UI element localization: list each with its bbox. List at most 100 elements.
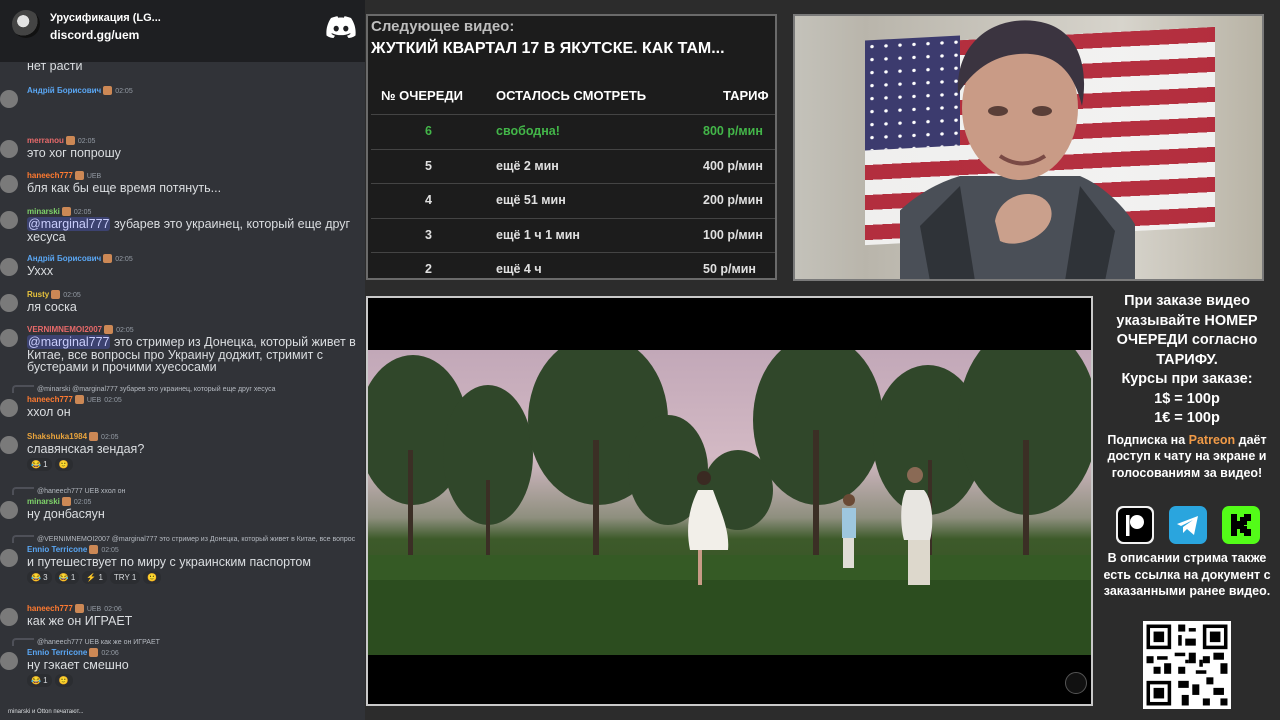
username[interactable]: Андрій Борисович 02:05: [27, 86, 133, 96]
message-text: ну гэкает смешно: [27, 659, 363, 672]
username[interactable]: minarski 02:05: [27, 207, 92, 217]
username-text[interactable]: Ennio Terricone: [27, 545, 87, 554]
username-text[interactable]: Андрій Борисович: [27, 86, 101, 95]
username-text[interactable]: Shakshuka1984: [27, 432, 87, 441]
user-avatar[interactable]: [0, 436, 18, 454]
message-body: ну гэкает смешно: [27, 658, 129, 672]
queue-row: 2 ещё 4 ч 50 р/мин: [371, 252, 775, 278]
user-avatar[interactable]: [0, 549, 18, 567]
timestamp: 02:05: [101, 547, 119, 554]
username[interactable]: Ennio Terricone 02:06: [27, 648, 119, 658]
reply-text: @minarski @marginal777 зубарев это украи…: [37, 385, 276, 393]
reaction-chip[interactable]: 😂 1: [27, 458, 52, 471]
username[interactable]: Rusty 02:05: [27, 290, 81, 300]
message-text: это хог попрошу: [27, 147, 363, 160]
reaction-chip[interactable]: 😂 1: [54, 571, 80, 584]
reply-preview[interactable]: @VERNIMNEMOI2007 @marginal777 это стриме…: [12, 535, 365, 543]
reaction-chip[interactable]: 🙂: [143, 571, 162, 584]
reaction-chip[interactable]: 😂 3: [27, 571, 52, 584]
patreon-icon[interactable]: [1116, 506, 1154, 544]
username[interactable]: Андрій Борисович 02:05: [27, 254, 133, 264]
timestamp: 02:06: [101, 650, 119, 657]
message-text: ля соска: [27, 301, 363, 314]
user-avatar[interactable]: [0, 501, 18, 519]
reply-line: [12, 385, 34, 393]
role-badge-icon: [103, 254, 113, 264]
username[interactable]: merranou 02:05: [27, 136, 95, 146]
user-avatar[interactable]: [0, 652, 18, 670]
username-text[interactable]: minarski: [27, 207, 60, 216]
username-text[interactable]: haneech777: [27, 171, 73, 180]
reply-line: [12, 638, 34, 646]
kick-icon[interactable]: [1222, 506, 1260, 544]
user-avatar[interactable]: [0, 211, 18, 229]
user-avatar[interactable]: [0, 608, 18, 626]
next-video-label: Следующее видео:: [371, 18, 515, 35]
role-badge-icon: [74, 604, 84, 614]
timestamp: 02:05: [115, 256, 133, 263]
video-frame: [368, 350, 1091, 655]
tag-label: UEB: [86, 173, 102, 180]
qr-code-icon[interactable]: [1143, 621, 1231, 709]
telegram-icon[interactable]: [1169, 506, 1207, 544]
queue-number: 4: [425, 193, 432, 207]
reaction-bar: 😂 3 😂 1 ⚡ 1 TRY 1 🙂: [27, 571, 164, 584]
message-text: ну донбасяун: [27, 508, 363, 521]
queue-rate: 800 р/мин: [703, 124, 763, 138]
reply-preview[interactable]: @haneech777 UEB как же он ИГРАЕТ: [12, 638, 365, 646]
user-avatar[interactable]: [0, 140, 18, 158]
username[interactable]: VERNIMNEMOI2007 02:05: [27, 325, 134, 335]
username-text[interactable]: VERNIMNEMOI2007: [27, 325, 102, 334]
discord-chat-panel: Урусификация (LG... discord.gg/uem нет р…: [0, 0, 365, 720]
username-text[interactable]: haneech777: [27, 395, 73, 404]
time-left: свободна!: [496, 124, 560, 138]
server-invite-link[interactable]: discord.gg/uem: [50, 28, 139, 42]
reaction-chip[interactable]: 🙂: [54, 458, 73, 471]
message-body: ххол он: [27, 405, 71, 419]
timestamp: 02:05: [73, 209, 92, 216]
user-avatar[interactable]: [0, 294, 18, 312]
role-badge-icon: [89, 648, 99, 658]
header-queue-number: № ОЧЕРЕДИ: [381, 88, 463, 103]
reply-preview[interactable]: @haneech777 UEB ххол он: [12, 487, 365, 495]
rate-usd: 1$ = 100р: [1154, 390, 1220, 407]
username[interactable]: haneech777 UEB: [27, 171, 102, 181]
username[interactable]: haneech777 UEB 02:06: [27, 604, 122, 614]
order-instructions: При заказе видео указывайте НОМЕР ОЧЕРЕД…: [1116, 293, 1258, 368]
reaction-chip[interactable]: TRY 1: [109, 571, 141, 584]
channel-watermark-icon: [1065, 672, 1087, 694]
time-left: ещё 4 ч: [496, 262, 542, 276]
username-text[interactable]: Rusty: [27, 290, 49, 299]
username[interactable]: haneech777 UEB 02:05: [27, 395, 122, 405]
patreon-link[interactable]: Patreon: [1189, 433, 1236, 447]
discord-header: Урусификация (LG... discord.gg/uem: [0, 0, 365, 62]
username[interactable]: minarski 02:05: [27, 497, 91, 507]
reaction-bar: 😂 1 🙂: [27, 458, 76, 471]
username[interactable]: Shakshuka1984 02:05: [27, 432, 119, 442]
user-avatar[interactable]: [0, 399, 18, 417]
username-text[interactable]: haneech777: [27, 604, 73, 613]
reaction-chip[interactable]: 😂 1: [27, 674, 52, 687]
tag-label: UEB: [86, 397, 102, 404]
timestamp: 02:05: [115, 88, 133, 95]
video-player[interactable]: [366, 296, 1093, 706]
queue-row: 3 ещё 1 ч 1 мин 100 р/мин: [371, 217, 775, 252]
user-avatar[interactable]: [0, 329, 18, 347]
username[interactable]: Ennio Terricone 02:05: [27, 545, 119, 555]
reaction-bar: 😂 1 🙂: [27, 674, 76, 687]
username-text[interactable]: merranou: [27, 136, 64, 145]
user-avatar[interactable]: [0, 175, 18, 193]
user-avatar[interactable]: [0, 258, 18, 276]
user-avatar[interactable]: [0, 90, 18, 108]
username-text[interactable]: minarski: [27, 497, 60, 506]
username-text[interactable]: Андрій Борисович: [27, 254, 101, 263]
info-panel: При заказе видео указывайте НОМЕР ОЧЕРЕД…: [1097, 292, 1277, 712]
reaction-chip[interactable]: ⚡ 1: [82, 571, 107, 584]
message-body: бля как бы еще время потянуть...: [27, 181, 222, 195]
subscription-note: Подписка на Patreon даёт доступ к чату н…: [1097, 432, 1277, 482]
reply-line: [12, 487, 34, 495]
reaction-chip[interactable]: 🙂: [54, 674, 73, 687]
timestamp: 02:05: [101, 434, 119, 441]
reply-preview[interactable]: @minarski @marginal777 зубарев это украи…: [12, 385, 365, 393]
username-text[interactable]: Ennio Terricone: [27, 648, 87, 657]
